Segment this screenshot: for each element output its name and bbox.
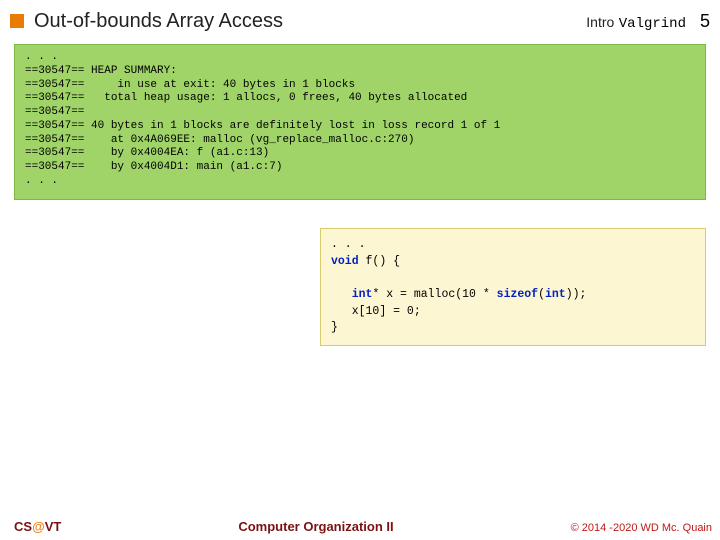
footer-copyright: © 2014 -2020 WD Mc. Quain (571, 522, 712, 534)
source-code-box: . . . void f() { int* x = malloc(10 * si… (320, 228, 706, 346)
footer-center: Computer Organization II (61, 519, 570, 534)
valgrind-output-box: . . . ==30547== HEAP SUMMARY: ==30547== … (14, 44, 706, 200)
footer-course-at: @ (32, 519, 45, 534)
slide-header: Out-of-bounds Array Access Intro Valgrin… (10, 6, 710, 36)
footer-course-suffix: VT (45, 519, 62, 534)
footer-course-prefix: CS (14, 519, 32, 534)
page-number: 5 (700, 11, 710, 32)
topic-code: Valgrind (619, 16, 686, 32)
valgrind-output-text: . . . ==30547== HEAP SUMMARY: ==30547== … (25, 51, 695, 189)
slide-footer: CS@VT Computer Organization II © 2014 -2… (14, 519, 712, 534)
title-bullet-icon (10, 14, 24, 28)
topic-label: Intro Valgrind (586, 14, 686, 32)
slide-title: Out-of-bounds Array Access (34, 10, 283, 33)
footer-course: CS@VT (14, 519, 61, 534)
source-code-text: . . . void f() { int* x = malloc(10 * si… (331, 237, 695, 337)
header-right-group: Intro Valgrind 5 (586, 11, 710, 32)
